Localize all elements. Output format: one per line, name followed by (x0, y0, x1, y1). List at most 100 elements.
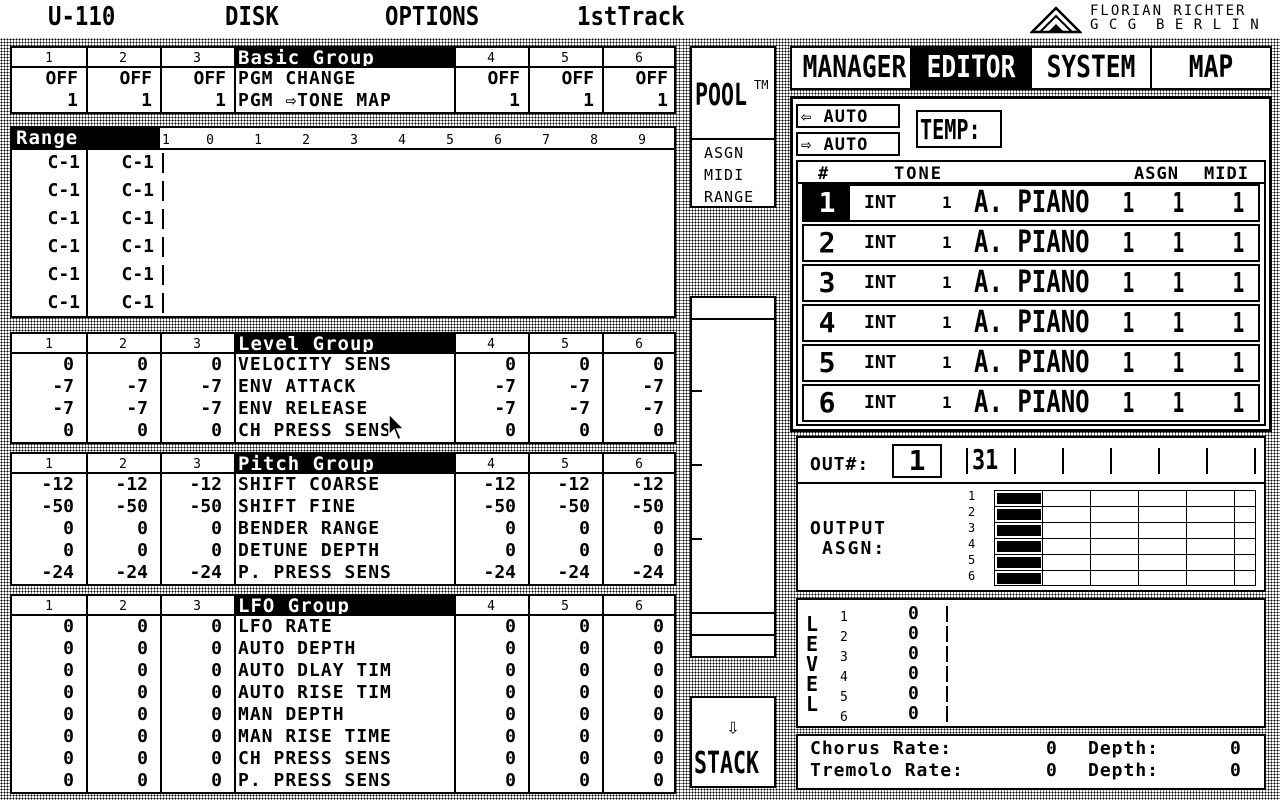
level-group-value[interactable]: -7 (12, 376, 74, 398)
lfo-group-value[interactable]: 0 (160, 770, 222, 792)
level-group-value[interactable]: 0 (454, 420, 516, 442)
tone-row[interactable]: 5 INT 1 A. PIANO 1 1 1 (802, 344, 1260, 382)
pool-option-midi[interactable]: MIDI (704, 166, 744, 184)
basic-value[interactable]: 1 (528, 90, 594, 112)
menu-options[interactable]: OPTIONS (385, 2, 479, 32)
lfo-group-value[interactable]: 0 (86, 704, 148, 726)
level-group-value[interactable]: 0 (86, 354, 148, 376)
range-high[interactable]: C-1 (86, 292, 154, 314)
tone-row[interactable]: 6 INT 1 A. PIANO 1 1 1 (802, 384, 1260, 422)
menu-1sttrack[interactable]: 1stTrack (577, 2, 685, 32)
level-group-value[interactable]: -7 (86, 398, 148, 420)
basic-value[interactable]: OFF (454, 68, 520, 90)
lfo-group-value[interactable]: 0 (528, 726, 590, 748)
pitch-group-value[interactable]: -24 (160, 562, 222, 584)
lfo-group-value[interactable]: 0 (602, 726, 664, 748)
tone-row[interactable]: 4 INT 1 A. PIANO 1 1 1 (802, 304, 1260, 342)
tone-row[interactable]: 3 INT 1 A. PIANO 1 1 1 (802, 264, 1260, 302)
level-group-value[interactable]: 0 (160, 420, 222, 442)
level-group-value[interactable]: -7 (528, 376, 590, 398)
basic-value[interactable]: OFF (86, 68, 152, 90)
pitch-group-value[interactable]: 0 (160, 518, 222, 540)
pitch-group-value[interactable]: -50 (12, 496, 74, 518)
tremolo-depth-value[interactable]: 0 (1230, 760, 1241, 781)
lfo-group-value[interactable]: 0 (454, 682, 516, 704)
lfo-group-value[interactable]: 0 (160, 704, 222, 726)
lfo-group-value[interactable]: 0 (602, 660, 664, 682)
pitch-group-value[interactable]: -24 (454, 562, 516, 584)
lfo-group-value[interactable]: 0 (12, 638, 74, 660)
level-row-value[interactable]: 0 (908, 684, 919, 704)
level-group-value[interactable]: 0 (528, 420, 590, 442)
lfo-group-value[interactable]: 0 (528, 770, 590, 792)
level-group-value[interactable]: 0 (454, 354, 516, 376)
stack-button[interactable]: ⇩ STACK (690, 696, 776, 788)
output-asgn-grid[interactable]: 1 2 3 4 5 6 (968, 489, 1260, 586)
level-group-value[interactable]: 0 (528, 354, 590, 376)
lfo-group-value[interactable]: 0 (454, 770, 516, 792)
pitch-group-value[interactable]: -12 (12, 474, 74, 496)
level-group-value[interactable]: -7 (454, 398, 516, 420)
pitch-group-value[interactable]: 0 (528, 540, 590, 562)
range-high[interactable]: C-1 (86, 236, 154, 258)
lfo-group-value[interactable]: 0 (528, 682, 590, 704)
tab-system[interactable]: SYSTEM (1032, 48, 1150, 88)
pitch-group-value[interactable]: 0 (602, 540, 664, 562)
pitch-group-value[interactable]: 0 (86, 540, 148, 562)
lfo-group-value[interactable]: 0 (160, 660, 222, 682)
pitch-group-value[interactable]: -50 (160, 496, 222, 518)
pitch-group-value[interactable]: -12 (86, 474, 148, 496)
basic-value[interactable]: OFF (160, 68, 226, 90)
tab-map[interactable]: MAP (1152, 48, 1270, 88)
basic-value[interactable]: 1 (454, 90, 520, 112)
pitch-group-value[interactable]: 0 (86, 518, 148, 540)
auto-left-button[interactable]: ⇦ AUTO (796, 104, 900, 128)
menu-disk[interactable]: DISK (225, 2, 279, 32)
range-low[interactable]: C-1 (12, 292, 80, 314)
pitch-group-value[interactable]: -24 (12, 562, 74, 584)
lfo-group-value[interactable]: 0 (602, 682, 664, 704)
level-group-value[interactable]: -7 (86, 376, 148, 398)
basic-value[interactable]: OFF (12, 68, 78, 90)
lfo-group-value[interactable]: 0 (160, 748, 222, 770)
lfo-group-value[interactable]: 0 (86, 726, 148, 748)
lfo-group-value[interactable]: 0 (454, 638, 516, 660)
lfo-group-value[interactable]: 0 (602, 748, 664, 770)
basic-value[interactable]: 1 (602, 90, 668, 112)
level-group-value[interactable]: 0 (602, 354, 664, 376)
level-group-value[interactable]: -7 (454, 376, 516, 398)
tone-row[interactable]: 1 INT 1 A. PIANO 1 1 1 (802, 184, 1260, 222)
tab-editor[interactable]: EDITOR (912, 48, 1030, 88)
lfo-group-value[interactable]: 0 (160, 638, 222, 660)
range-low[interactable]: C-1 (12, 264, 80, 286)
pitch-group-value[interactable]: -50 (454, 496, 516, 518)
lfo-group-value[interactable]: 0 (86, 638, 148, 660)
lfo-group-value[interactable]: 0 (12, 616, 74, 638)
pitch-group-value[interactable]: 0 (12, 518, 74, 540)
range-low[interactable]: C-1 (12, 236, 80, 258)
level-group-value[interactable]: -7 (12, 398, 74, 420)
level-group-value[interactable]: -7 (602, 376, 664, 398)
level-group-value[interactable]: -7 (160, 376, 222, 398)
lfo-group-value[interactable]: 0 (86, 770, 148, 792)
pool-option-range[interactable]: RANGE (704, 188, 754, 206)
level-group-value[interactable]: -7 (528, 398, 590, 420)
tremolo-rate-value[interactable]: 0 (1046, 760, 1057, 781)
basic-value[interactable]: OFF (528, 68, 594, 90)
lfo-group-value[interactable]: 0 (12, 660, 74, 682)
basic-value[interactable]: 1 (86, 90, 152, 112)
pitch-group-value[interactable]: 0 (602, 518, 664, 540)
chorus-rate-value[interactable]: 0 (1046, 738, 1057, 759)
lfo-group-value[interactable]: 0 (12, 726, 74, 748)
lfo-group-value[interactable]: 0 (602, 616, 664, 638)
pitch-group-value[interactable]: -12 (454, 474, 516, 496)
range-bar-area[interactable] (162, 150, 672, 316)
tone-row[interactable]: 2 INT 1 A. PIANO 1 1 1 (802, 224, 1260, 262)
level-row-value[interactable]: 0 (908, 644, 919, 664)
center-scroll-bar[interactable] (690, 296, 776, 658)
lfo-group-value[interactable]: 0 (160, 726, 222, 748)
out-selector[interactable]: 31 (964, 444, 1260, 478)
chorus-depth-value[interactable]: 0 (1230, 738, 1241, 759)
pitch-group-value[interactable]: 0 (12, 540, 74, 562)
basic-value[interactable]: 1 (160, 90, 226, 112)
